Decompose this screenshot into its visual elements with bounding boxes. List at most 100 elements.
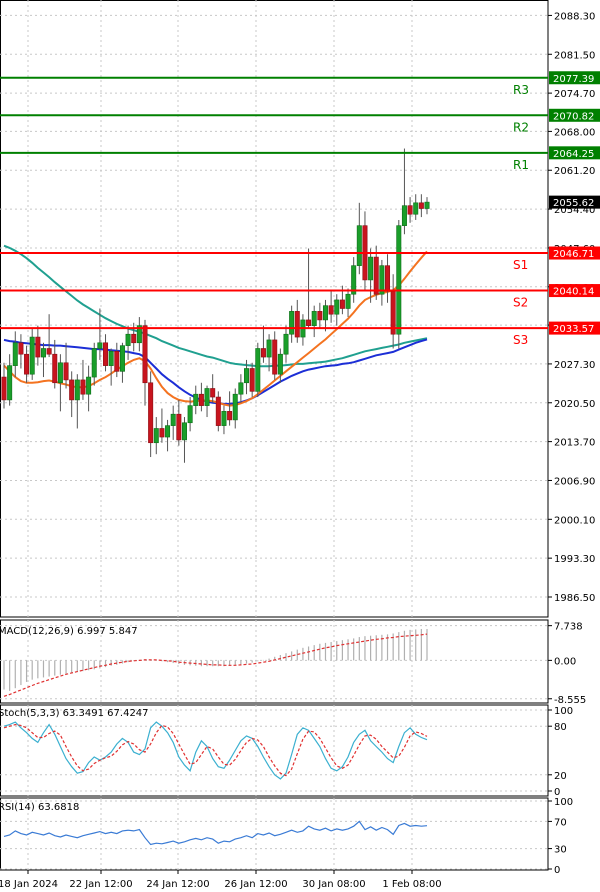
candle-body: [418, 202, 424, 209]
candle-body: [238, 382, 244, 395]
price-tick-label: 1993.30: [554, 554, 595, 565]
stochastic-label: Stoch(5,3,3) 63.3491 67.4247: [0, 708, 149, 719]
price-panel: 2088.302081.502074.702068.002061.202054.…: [0, 0, 600, 618]
stochastic-tick-label: 80: [554, 722, 567, 733]
level-price-label-s3: 2033.57: [553, 324, 594, 335]
level-name-s2: S2: [513, 296, 528, 310]
candle-body: [46, 348, 52, 355]
candle-body: [12, 342, 18, 366]
candle-body: [29, 336, 35, 375]
candle-body: [272, 339, 278, 375]
macd-tick-label: -8.555: [554, 695, 586, 706]
time-tick-label: 30 Jan 08:00: [302, 879, 365, 890]
rsi-panel-frame: [0, 797, 549, 871]
time-tick-label: 26 Jan 12:00: [224, 879, 287, 890]
macd-tick-label: 0.00: [554, 656, 576, 667]
candle-body: [306, 319, 312, 326]
candle-body: [396, 225, 402, 335]
candle-body: [114, 351, 120, 372]
macd-signal-line: [3, 633, 428, 697]
candle-body: [294, 311, 300, 338]
candle-body: [187, 405, 193, 424]
price-tick-label: 2088.30: [554, 11, 595, 22]
candle-body: [108, 351, 114, 366]
stochastic-d-line: [3, 723, 428, 777]
candle-body: [74, 379, 80, 401]
candle-body: [210, 388, 216, 398]
candle-body: [368, 256, 374, 281]
price-tick-label: 2013.70: [554, 438, 595, 449]
candle-body: [18, 342, 24, 355]
stochastic-panel: 10080200Stoch(5,3,3) 63.3491 67.4247: [0, 704, 573, 798]
candle-body: [91, 348, 97, 378]
candle-body: [57, 362, 63, 384]
candle-body: [266, 339, 272, 358]
price-tick-label: 2074.70: [554, 89, 595, 100]
macd-tick-label: 7.738: [554, 622, 583, 633]
candle-body: [198, 393, 204, 406]
candle-body: [227, 411, 233, 421]
candle-body: [345, 293, 351, 309]
price-tick-label: 2081.50: [554, 50, 595, 61]
price-tick-label: 2020.50: [554, 399, 595, 410]
candle-body: [215, 396, 221, 426]
candle-body: [63, 362, 69, 381]
candle-body: [119, 345, 125, 372]
candle-body: [221, 411, 227, 426]
candle-body: [142, 325, 148, 384]
candle-body: [334, 299, 340, 315]
time-tick-label: 1 Feb 08:00: [382, 879, 441, 890]
candle-body: [7, 365, 13, 401]
candle-body: [356, 225, 362, 266]
candle-body: [1, 376, 7, 401]
price-tick-label: 2000.10: [554, 515, 595, 526]
rsi-line: [3, 820, 428, 846]
rsi-tick-label: 0: [554, 865, 560, 876]
candle-body: [328, 305, 334, 315]
candle-body: [232, 393, 238, 421]
candle-body: [35, 336, 41, 358]
level-name-s3: S3: [513, 333, 528, 347]
candle-body: [255, 348, 261, 392]
candle-body: [283, 333, 289, 355]
candle-body: [204, 388, 210, 406]
candle-body: [80, 379, 86, 395]
candle-body: [311, 311, 317, 326]
level-price-label-s1: 2046.71: [553, 249, 594, 260]
candle-body: [125, 333, 131, 346]
candle-body: [260, 348, 266, 358]
candle-body: [413, 202, 419, 215]
rsi-panel: 100 70 30 0 RSI(14) 63.6818: [0, 797, 573, 876]
candle-body: [289, 311, 295, 335]
rsi-tick-label: 100: [554, 797, 573, 808]
candle-body: [401, 205, 407, 226]
candle-body: [181, 422, 187, 441]
price-tick-label: 2006.90: [554, 476, 595, 487]
rsi-label: RSI(14) 63.6818: [0, 802, 79, 813]
candle-body: [424, 201, 430, 209]
candle-body: [40, 348, 46, 358]
macd-label: MACD(12,26,9) 6.997 5.847: [0, 626, 138, 637]
time-tick-label: 18 Jan 2024: [0, 879, 58, 890]
candle-body: [97, 342, 103, 349]
candle-body: [159, 428, 165, 438]
candle-body: [322, 305, 328, 321]
level-price-label-r3: 2077.39: [553, 74, 594, 85]
candle-body: [24, 353, 30, 375]
current-price-label: 2055.62: [553, 198, 594, 209]
price-tick-label: 2061.20: [554, 166, 595, 177]
price-tick-label: 2068.00: [554, 127, 595, 138]
rsi-tick-label: 30: [554, 845, 567, 856]
candle-body: [86, 376, 92, 395]
time-tick-label: 24 Jan 12:00: [146, 879, 209, 890]
candle-body: [339, 299, 345, 309]
candle-body: [373, 256, 379, 295]
candle-body: [277, 353, 283, 375]
candle-body: [407, 205, 413, 215]
level-price-label-r2: 2070.82: [553, 111, 594, 122]
candle-body: [249, 368, 255, 392]
candle-body: [317, 311, 323, 321]
candle-body: [69, 379, 75, 401]
candle-body: [244, 368, 250, 384]
candle-body: [52, 353, 58, 384]
